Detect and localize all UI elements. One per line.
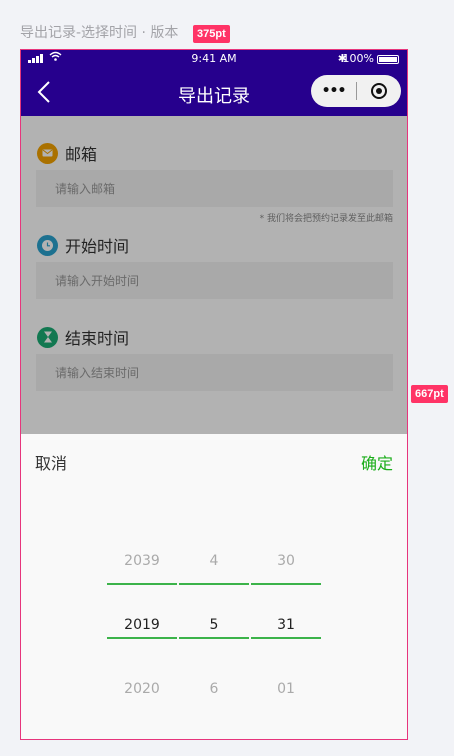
selection-line-bottom — [107, 637, 177, 639]
selection-line-bottom — [251, 637, 321, 639]
selection-line-top — [179, 583, 249, 585]
selection-line-top — [251, 583, 321, 585]
year-option-next[interactable]: 2020 — [107, 657, 177, 721]
day-column[interactable]: 30 31 01 — [251, 529, 321, 721]
day-option-selected[interactable]: 31 — [251, 593, 321, 657]
cancel-button[interactable]: 取消 — [35, 450, 67, 474]
day-option-next[interactable]: 01 — [251, 657, 321, 721]
width-tag: 375pt — [193, 25, 230, 43]
nav-bar: 导出记录 ••• — [21, 68, 407, 116]
confirm-button[interactable]: 确定 — [361, 450, 393, 474]
selection-line-top — [107, 583, 177, 585]
more-dots-icon[interactable]: ••• — [311, 83, 356, 99]
page-caption: 导出记录-选择时间 · 版本 — [20, 25, 179, 41]
year-option-selected[interactable]: 2019 — [107, 593, 177, 657]
month-option-selected[interactable]: 5 — [179, 593, 249, 657]
battery-percent: 100% — [342, 52, 374, 65]
status-bar: 9:41 AM ✱ 100% — [21, 50, 407, 68]
modal-overlay[interactable] — [21, 116, 407, 434]
year-column[interactable]: 2039 2019 2020 — [107, 529, 177, 721]
phone-frame: 9:41 AM ✱ 100% 导出记录 ••• 邮箱 * 我们将会把预约记录发至… — [20, 49, 408, 740]
month-option-next[interactable]: 6 — [179, 657, 249, 721]
date-picker-sheet: 取消 确定 2039 2019 2020 4 5 6 30 31 01 — [21, 434, 407, 739]
month-column[interactable]: 4 5 6 — [179, 529, 249, 721]
height-tag: 667pt — [411, 385, 448, 403]
selection-line-bottom — [179, 637, 249, 639]
battery-icon — [377, 55, 399, 64]
menu-capsule: ••• — [311, 75, 401, 107]
target-close-icon[interactable] — [357, 83, 401, 99]
